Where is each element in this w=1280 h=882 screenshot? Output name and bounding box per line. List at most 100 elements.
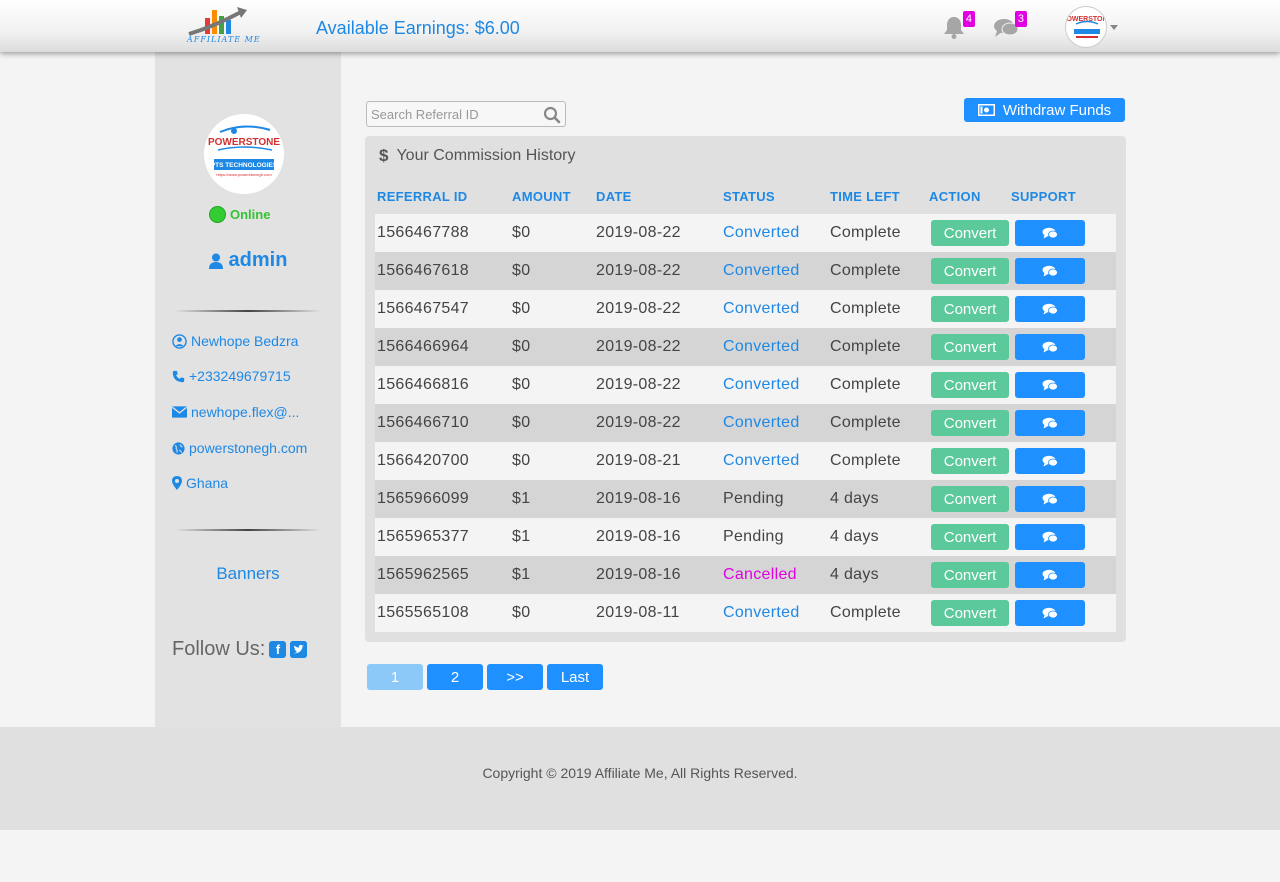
date-cell: 2019-08-16: [596, 528, 681, 545]
commission-table-body: 1566467788 $0 2019-08-22 Converted Complete C…: [375, 214, 1116, 632]
referral-id-cell: 1566466710: [377, 414, 469, 431]
referral-id-cell: 1566466964: [377, 338, 469, 355]
time-left-cell: Complete: [830, 224, 901, 241]
next-page-button[interactable]: >>: [487, 664, 543, 690]
convert-button[interactable]: Convert: [931, 220, 1009, 246]
user-icon: [208, 253, 223, 269]
column-header: STATUS: [723, 189, 775, 204]
support-button[interactable]: [1015, 334, 1085, 360]
amount-cell: $0: [512, 376, 531, 393]
user-avatar-menu[interactable]: POWERSTONE: [1065, 6, 1107, 48]
online-dot-icon: [209, 206, 226, 223]
column-header: ACTION: [929, 189, 981, 204]
date-cell: 2019-08-21: [596, 452, 681, 469]
convert-button[interactable]: Convert: [931, 524, 1009, 550]
withdraw-funds-button[interactable]: Withdraw Funds: [964, 98, 1125, 122]
messages-button[interactable]: 3: [993, 11, 1027, 40]
convert-button[interactable]: Convert: [931, 372, 1009, 398]
column-header: REFERRAL ID: [377, 189, 468, 204]
column-header: DATE: [596, 189, 632, 204]
support-button[interactable]: [1015, 448, 1085, 474]
search-referral-box[interactable]: [366, 101, 566, 127]
withdraw-funds-label: Withdraw Funds: [1002, 101, 1112, 119]
referral-id-cell: 1565565108: [377, 604, 469, 621]
table-row: 1566467618 $0 2019-08-22 Converted Complete C…: [375, 252, 1116, 290]
logo-url: https://www.powerstonegh.com: [216, 172, 272, 177]
convert-button[interactable]: Convert: [931, 562, 1009, 588]
powerstone-avatar-icon: POWERSTONE: [1066, 16, 1106, 38]
support-button[interactable]: [1015, 562, 1085, 588]
table-row: 1566466710 $0 2019-08-22 Converted Complete C…: [375, 404, 1116, 442]
referral-id-cell: 1566467788: [377, 224, 469, 241]
status-cell: Converted: [723, 452, 800, 469]
table-row: 1565965377 $1 2019-08-16 Pending 4 days Conve…: [375, 518, 1116, 556]
convert-button[interactable]: Convert: [931, 448, 1009, 474]
table-row: 1566467547 $0 2019-08-22 Converted Complete C…: [375, 290, 1116, 328]
contact-website-text: powerstonegh.com: [189, 440, 308, 456]
online-status: Online: [209, 206, 270, 223]
table-row: 1566467788 $0 2019-08-22 Converted Complete C…: [375, 214, 1116, 252]
referral-id-cell: 1566467547: [377, 300, 469, 317]
twitter-icon[interactable]: [290, 641, 308, 658]
status-cell: Converted: [723, 262, 800, 279]
chevron-down-icon[interactable]: [1110, 25, 1118, 30]
amount-cell: $0: [512, 300, 531, 317]
referral-id-cell: 1566466816: [377, 376, 469, 393]
last-page-button[interactable]: Last: [547, 664, 603, 690]
contact-website[interactable]: powerstonegh.com: [172, 440, 307, 456]
affiliate-me-logo[interactable]: AFFILIATE ME: [185, 4, 260, 48]
username: admin: [155, 249, 341, 272]
phone-icon: [172, 370, 185, 382]
convert-button[interactable]: Convert: [931, 600, 1009, 626]
divider: [175, 529, 321, 531]
convert-button[interactable]: Convert: [931, 486, 1009, 512]
support-button[interactable]: [1015, 410, 1085, 436]
available-earnings: Available Earnings: $6.00: [316, 18, 520, 38]
convert-button[interactable]: Convert: [931, 296, 1009, 322]
support-button[interactable]: [1015, 486, 1085, 512]
panel-title-text: Your Commission History: [396, 147, 576, 164]
online-label: Online: [230, 207, 271, 222]
contact-email[interactable]: newhope.flex@...: [172, 404, 299, 420]
page-1-button[interactable]: 1: [367, 664, 423, 690]
date-cell: 2019-08-22: [596, 262, 681, 279]
support-button[interactable]: [1015, 600, 1085, 626]
amount-cell: $1: [512, 566, 531, 583]
convert-button[interactable]: Convert: [931, 334, 1009, 360]
table-row: 1566466816 $0 2019-08-22 Converted Complete C…: [375, 366, 1116, 404]
facebook-icon[interactable]: f: [269, 641, 287, 658]
support-button[interactable]: [1015, 372, 1085, 398]
contact-location[interactable]: Ghana: [172, 475, 228, 491]
amount-cell: $0: [512, 338, 531, 355]
status-cell: Pending: [723, 528, 784, 545]
comments-icon: [1042, 493, 1058, 505]
support-button[interactable]: [1015, 524, 1085, 550]
convert-button[interactable]: Convert: [931, 410, 1009, 436]
convert-button[interactable]: Convert: [931, 258, 1009, 284]
time-left-cell: Complete: [830, 300, 901, 317]
support-button[interactable]: [1015, 296, 1085, 322]
referral-id-cell: 1565962565: [377, 566, 469, 583]
page-2-button[interactable]: 2: [427, 664, 483, 690]
column-header: TIME LEFT: [830, 189, 900, 204]
contact-name[interactable]: Newhope Bedzra: [172, 333, 298, 349]
map-marker-icon: [172, 476, 182, 490]
support-button[interactable]: [1015, 258, 1085, 284]
comments-icon: [1042, 569, 1058, 581]
date-cell: 2019-08-22: [596, 224, 681, 241]
panel-title: $ Your Commission History: [379, 146, 575, 166]
time-left-cell: Complete: [830, 604, 901, 621]
banners-link[interactable]: Banners: [155, 564, 341, 584]
comments-icon: [1042, 341, 1058, 353]
contact-phone[interactable]: +233249679715: [172, 368, 291, 384]
referral-id-cell: 1566467618: [377, 262, 469, 279]
contact-email-text: newhope.flex@...: [191, 404, 300, 420]
support-button[interactable]: [1015, 220, 1085, 246]
amount-cell: $0: [512, 224, 531, 241]
table-row: 1565565108 $0 2019-08-11 Converted Complete C…: [375, 594, 1116, 632]
notifications-button[interactable]: 4: [941, 11, 975, 40]
date-cell: 2019-08-22: [596, 338, 681, 355]
search-input[interactable]: [367, 102, 537, 126]
comments-icon: [1042, 417, 1058, 429]
search-icon[interactable]: [543, 106, 561, 124]
